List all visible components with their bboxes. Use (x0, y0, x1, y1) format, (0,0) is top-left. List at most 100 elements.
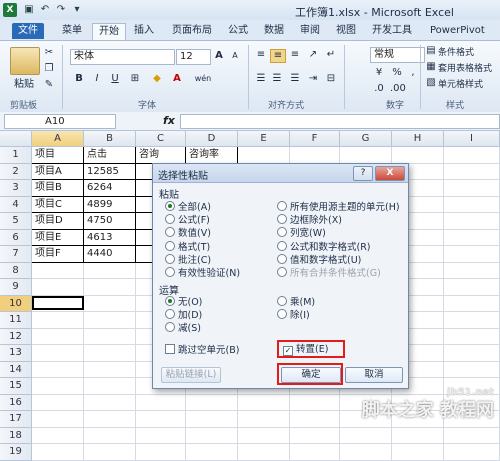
cell-b1[interactable]: 点击 (84, 147, 136, 164)
cell-d16[interactable] (186, 394, 238, 411)
cell-a1[interactable]: 项目 (32, 147, 84, 164)
cell-a7[interactable]: 项目F (32, 246, 84, 263)
cell-f1[interactable] (290, 147, 340, 164)
cell-b17[interactable] (84, 411, 136, 428)
operation-right-radio-1[interactable]: 除(I) (277, 309, 310, 321)
orientation-icon[interactable]: ↗ (306, 49, 320, 61)
row-header-6[interactable]: 6 (0, 229, 32, 246)
cell-d17[interactable] (186, 411, 238, 428)
cell-i12[interactable] (444, 328, 500, 345)
cell-f17[interactable] (290, 411, 340, 428)
percent-button[interactable]: % (390, 67, 404, 79)
cell-b6[interactable]: 4613 (84, 229, 136, 246)
column-header-h[interactable]: H (392, 131, 444, 147)
cell-a18[interactable] (32, 427, 84, 444)
wrap-text-icon[interactable]: ↵ (324, 49, 338, 61)
cell-f18[interactable] (290, 427, 340, 444)
paste-options-right-radio-4[interactable]: 值和数字格式(U) (277, 253, 361, 266)
cell-h19[interactable] (392, 444, 444, 461)
cell-b11[interactable] (84, 312, 136, 329)
tab-home[interactable]: 开始 (92, 23, 126, 40)
format-painter-icon[interactable]: ✎ (42, 79, 56, 91)
row-header-7[interactable]: 7 (0, 246, 32, 263)
row-header-4[interactable]: 4 (0, 196, 32, 213)
cell-b8[interactable] (84, 262, 136, 279)
paste-options-left-radio-0[interactable]: 全部(A) (165, 201, 211, 213)
operation-left-radio-2[interactable]: 减(S) (165, 322, 201, 334)
cell-f16[interactable] (290, 394, 340, 411)
cell-b9[interactable] (84, 279, 136, 296)
paste-options-right-radio-0[interactable]: 所有使用源主题的单元(H) (277, 201, 400, 213)
cell-a4[interactable]: 项目C (32, 196, 84, 213)
ok-button[interactable]: 确定 (281, 367, 341, 383)
cell-a17[interactable] (32, 411, 84, 428)
excel-app-icon[interactable]: X (3, 3, 17, 17)
row-header-2[interactable]: 2 (0, 163, 32, 180)
font-name-combo[interactable]: 宋体 (70, 49, 175, 65)
cell-b5[interactable]: 4750 (84, 213, 136, 230)
cell-c16[interactable] (136, 394, 186, 411)
operation-left-radio-1[interactable]: 加(D) (165, 309, 202, 321)
dialog-title-bar[interactable]: 选择性粘贴 ? X (153, 164, 408, 183)
shrink-font-icon[interactable]: A (228, 50, 242, 62)
cell-e16[interactable] (238, 394, 290, 411)
cell-g19[interactable] (340, 444, 392, 461)
active-cell-a10[interactable] (32, 295, 84, 310)
cell-b10[interactable] (84, 295, 136, 312)
italic-button[interactable]: I (90, 73, 104, 85)
cell-a9[interactable] (32, 279, 84, 296)
cell-c17[interactable] (136, 411, 186, 428)
column-header-i[interactable]: I (444, 131, 500, 147)
cell-a13[interactable] (32, 345, 84, 362)
tab-review[interactable]: 审阅 (294, 23, 326, 39)
align-left-icon[interactable]: ☰ (254, 73, 268, 85)
bold-button[interactable]: B (72, 73, 86, 85)
cell-b12[interactable] (84, 328, 136, 345)
tab-insert[interactable]: 插入 (128, 23, 160, 39)
conditional-format-button[interactable]: 条件格式 (438, 45, 474, 58)
cell-a8[interactable] (32, 262, 84, 279)
cell-styles-icon[interactable]: ▧ (424, 77, 438, 89)
paste-link-button[interactable]: 粘贴链接(L) (161, 367, 221, 383)
paste-options-left-radio-1[interactable]: 公式(F) (165, 214, 210, 226)
cell-i13[interactable] (444, 345, 500, 362)
row-header-8[interactable]: 8 (0, 262, 32, 279)
fill-color-icon[interactable]: ◆ (150, 73, 164, 85)
row-header-11[interactable]: 11 (0, 312, 32, 329)
cell-i3[interactable] (444, 180, 500, 197)
paste-options-right-radio-1[interactable]: 边框除外(X) (277, 214, 342, 226)
cell-b2[interactable]: 12585 (84, 163, 136, 180)
number-format-combo[interactable]: 常规 (370, 47, 425, 63)
cell-b3[interactable]: 6264 (84, 180, 136, 197)
undo-icon[interactable]: ↶ (38, 3, 52, 17)
tab-powerpivot[interactable]: PowerPivot (424, 23, 491, 39)
row-header-17[interactable]: 17 (0, 411, 32, 428)
cell-e17[interactable] (238, 411, 290, 428)
grow-font-icon[interactable]: A (212, 50, 226, 62)
row-header-13[interactable]: 13 (0, 345, 32, 362)
column-header-g[interactable]: G (340, 131, 392, 147)
customize-icon[interactable]: ▾ (70, 3, 84, 17)
cell-b13[interactable] (84, 345, 136, 362)
paste-options-left-radio-5[interactable]: 有效性验证(N) (165, 267, 240, 279)
cell-d18[interactable] (186, 427, 238, 444)
merge-center-icon[interactable]: ⊟ (324, 73, 338, 85)
tab-menu[interactable]: 菜单 (56, 23, 88, 39)
close-button[interactable]: X (375, 166, 405, 181)
cell-a6[interactable]: 项目E (32, 229, 84, 246)
save-icon[interactable]: ▣ (22, 3, 36, 17)
column-header-b[interactable]: B (84, 131, 136, 147)
align-bottom-icon[interactable]: ≡ (288, 49, 302, 61)
cell-h1[interactable] (392, 147, 444, 164)
format-as-table-button[interactable]: 套用表格格式 (438, 61, 492, 74)
tab-view[interactable]: 视图 (330, 23, 362, 39)
column-header-e[interactable]: E (238, 131, 290, 147)
cell-i1[interactable] (444, 147, 500, 164)
comma-button[interactable]: , (406, 67, 420, 79)
cell-i19[interactable] (444, 444, 500, 461)
cell-b18[interactable] (84, 427, 136, 444)
name-box[interactable]: A10 (4, 114, 116, 129)
cell-a16[interactable] (32, 394, 84, 411)
tab-page-layout[interactable]: 页面布局 (166, 23, 218, 39)
align-center-icon[interactable]: ☰ (270, 73, 284, 85)
